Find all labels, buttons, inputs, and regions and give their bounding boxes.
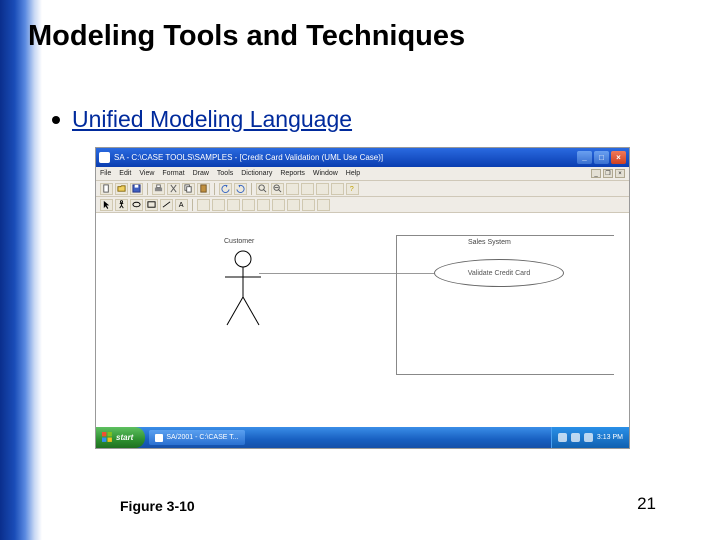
redo-icon[interactable] — [234, 183, 247, 195]
menu-tools[interactable]: Tools — [217, 170, 233, 177]
tray-icon[interactable] — [571, 433, 580, 442]
menu-dictionary[interactable]: Dictionary — [241, 170, 272, 177]
actor-icon[interactable] — [221, 249, 265, 327]
open-icon[interactable] — [115, 183, 128, 195]
menu-help[interactable]: Help — [346, 170, 360, 177]
usecase-tool-icon[interactable] — [130, 199, 143, 211]
svg-text:?: ? — [350, 184, 354, 193]
actor-label: Customer — [224, 238, 254, 245]
diagram-canvas[interactable]: Customer Sales System Validate Credit Ca… — [96, 213, 629, 427]
shape-tool-icon[interactable] — [242, 199, 255, 211]
volume-icon[interactable] — [584, 433, 593, 442]
slide-bullet: Unified Modeling Language — [52, 106, 352, 133]
figure-caption: Figure 3-10 — [120, 498, 195, 514]
bullet-icon — [52, 116, 60, 124]
shape-tool-icon[interactable] — [197, 199, 210, 211]
maximize-button[interactable]: □ — [594, 151, 609, 164]
menu-window[interactable]: Window — [313, 170, 338, 177]
task-item-icon — [155, 434, 163, 442]
tool-button[interactable] — [301, 183, 314, 195]
shape-tool-icon[interactable] — [287, 199, 300, 211]
save-icon[interactable] — [130, 183, 143, 195]
help-icon[interactable]: ? — [346, 183, 359, 195]
toolbar-primary: ? — [96, 181, 629, 197]
menu-format[interactable]: Format — [162, 170, 184, 177]
line-tool-icon[interactable] — [160, 199, 173, 211]
menu-edit[interactable]: Edit — [119, 170, 131, 177]
shape-tool-icon[interactable] — [257, 199, 270, 211]
bullet-text: Unified Modeling Language — [72, 106, 352, 133]
undo-icon[interactable] — [219, 183, 232, 195]
mdi-close-icon[interactable]: × — [615, 169, 625, 178]
shape-tool-icon[interactable] — [302, 199, 315, 211]
usecase-label: Validate Credit Card — [468, 270, 531, 277]
system-label: Sales System — [466, 239, 513, 246]
titlebar[interactable]: SA - C:\CASE TOOLS\SAMPLES - [Credit Car… — [96, 148, 629, 167]
tool-button[interactable] — [286, 183, 299, 195]
cut-icon[interactable] — [167, 183, 180, 195]
shape-tool-icon[interactable] — [212, 199, 225, 211]
close-button[interactable]: × — [611, 151, 626, 164]
page-number: 21 — [637, 494, 656, 514]
shape-tool-icon[interactable] — [227, 199, 240, 211]
rectangle-tool-icon[interactable] — [145, 199, 158, 211]
new-icon[interactable] — [100, 183, 113, 195]
menubar: File Edit View Format Draw Tools Diction… — [96, 167, 629, 181]
embedded-app-window: SA - C:\CASE TOOLS\SAMPLES - [Credit Car… — [95, 147, 630, 449]
shape-tool-icon[interactable] — [272, 199, 285, 211]
text-tool-icon[interactable]: A — [175, 199, 188, 211]
usecase-ellipse[interactable]: Validate Credit Card — [434, 259, 564, 287]
slide-title: Modeling Tools and Techniques — [28, 20, 465, 53]
start-label: start — [116, 433, 133, 442]
window-title: SA - C:\CASE TOOLS\SAMPLES - [Credit Car… — [114, 153, 577, 162]
tool-button[interactable] — [316, 183, 329, 195]
toolbar-secondary: A — [96, 197, 629, 213]
mdi-minimize-icon[interactable]: _ — [591, 169, 601, 178]
tray-icon[interactable] — [558, 433, 567, 442]
system-tray: 3:13 PM — [551, 427, 629, 448]
menu-view[interactable]: View — [139, 170, 154, 177]
shape-tool-icon[interactable] — [317, 199, 330, 211]
taskbar-item[interactable]: SA/2001 - C:\CASE T... — [149, 430, 244, 445]
mdi-restore-icon[interactable]: ❐ — [603, 169, 613, 178]
taskbar: start SA/2001 - C:\CASE T... 3:13 PM — [96, 427, 629, 448]
menu-draw[interactable]: Draw — [193, 170, 209, 177]
system-boundary[interactable] — [396, 235, 614, 375]
svg-text:A: A — [179, 200, 184, 209]
start-button[interactable]: start — [96, 427, 145, 448]
task-item-label: SA/2001 - C:\CASE T... — [166, 434, 238, 441]
zoom-in-icon[interactable] — [256, 183, 269, 195]
windows-logo-icon — [102, 432, 113, 443]
pointer-icon[interactable] — [100, 199, 113, 211]
copy-icon[interactable] — [182, 183, 195, 195]
paste-icon[interactable] — [197, 183, 210, 195]
tool-button[interactable] — [331, 183, 344, 195]
minimize-button[interactable]: _ — [577, 151, 592, 164]
app-icon — [99, 152, 110, 163]
clock[interactable]: 3:13 PM — [597, 434, 623, 441]
print-icon[interactable] — [152, 183, 165, 195]
zoom-out-icon[interactable] — [271, 183, 284, 195]
actor-tool-icon[interactable] — [115, 199, 128, 211]
menu-reports[interactable]: Reports — [280, 170, 305, 177]
slide-gradient-bar — [0, 0, 42, 540]
menu-file[interactable]: File — [100, 170, 111, 177]
